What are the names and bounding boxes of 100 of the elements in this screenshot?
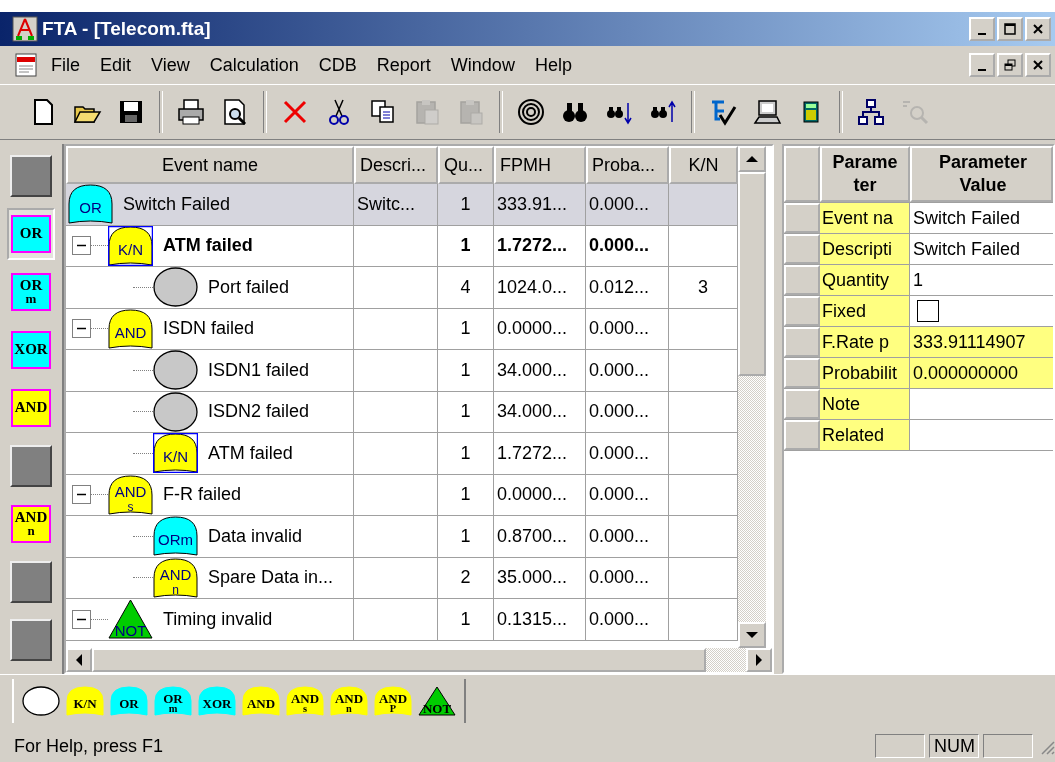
table-cell: 1: [460, 318, 471, 340]
table-cell: 0.000...: [589, 567, 650, 589]
gate-symbol[interactable]: XOR: [198, 686, 236, 716]
table-cell: 333.91...: [497, 193, 568, 215]
gate-symbol: K/N: [108, 225, 153, 266]
parameter-name: Quantity: [820, 265, 910, 295]
menu-item[interactable]: Report: [367, 52, 440, 78]
status-panel: [875, 734, 925, 758]
event-name: Data invalid: [208, 525, 303, 547]
table-cell: 1: [460, 442, 471, 464]
parameter-value[interactable]: 1: [910, 265, 1053, 295]
column-header[interactable]: Event name: [66, 146, 354, 184]
collapse-toggle[interactable]: [72, 319, 91, 339]
close-button[interactable]: [1025, 53, 1051, 77]
table-cell: 1: [460, 401, 471, 423]
table-cell: 0.0000...: [497, 318, 568, 340]
menu-item[interactable]: Edit: [91, 52, 141, 78]
table-cell: 1: [460, 525, 471, 547]
document-icon[interactable]: [14, 52, 40, 78]
scroll-right-button[interactable]: [746, 648, 772, 672]
event-name: Switch Failed: [123, 193, 231, 215]
parameter-name: Descripti: [820, 234, 910, 264]
collapse-toggle[interactable]: [72, 485, 91, 505]
event-name: F-R failed: [163, 484, 242, 506]
gate-symbol[interactable]: OR m: [154, 686, 192, 716]
column-header[interactable]: FPMH: [494, 146, 586, 184]
table-cell: 0.000...: [589, 442, 650, 464]
collapse-toggle[interactable]: [72, 236, 91, 256]
gate-symbol[interactable]: NOT: [418, 686, 456, 716]
table-cell: 34.000...: [497, 401, 568, 423]
table-cell: 1: [460, 193, 471, 215]
status-indicator: NUM: [929, 734, 979, 758]
menu-item[interactable]: View: [142, 52, 199, 78]
menu-item[interactable]: File: [42, 52, 89, 78]
gate-symbol[interactable]: OR: [110, 686, 148, 716]
gate-symbol[interactable]: AND s: [286, 686, 324, 716]
column-header[interactable]: Proba...: [586, 146, 669, 184]
maximize-icon: [1004, 23, 1016, 35]
parameter-value[interactable]: 333.91114907: [910, 327, 1053, 357]
table-cell: 1024.0...: [497, 276, 568, 298]
scroll-down-button[interactable]: [738, 622, 766, 648]
scroll-left-button[interactable]: [66, 648, 92, 672]
parameter-value[interactable]: 0.000000000: [910, 358, 1053, 388]
parameter-name: Related: [820, 420, 910, 450]
maximize-button[interactable]: [997, 17, 1023, 41]
gate-symbol: AND n: [153, 557, 198, 598]
status-text: For Help, press F1: [14, 735, 165, 757]
minimize-button[interactable]: [969, 17, 995, 41]
table-cell: Switc...: [357, 193, 415, 215]
gate-symbol: NOT: [108, 599, 153, 640]
event-name: Timing invalid: [163, 608, 273, 630]
scroll-up-button[interactable]: [738, 146, 766, 172]
triangle-down-icon: [745, 630, 759, 640]
table-cell: 1: [460, 484, 471, 506]
menu-item[interactable]: Window: [441, 52, 524, 78]
minimize-icon: [978, 33, 986, 35]
column-header: Parameter Value: [910, 146, 1053, 202]
column-header[interactable]: Qu...: [438, 146, 494, 184]
menu-item[interactable]: CDB: [309, 52, 366, 78]
table-cell: 0.000...: [589, 608, 650, 630]
gate-symbol: AND: [108, 308, 153, 349]
gate-tool-button[interactable]: OR: [7, 208, 55, 260]
parameter-name: Fixed: [820, 296, 910, 326]
table-cell: 0.000...: [589, 401, 650, 423]
triangle-up-icon: [745, 154, 759, 164]
minimize-button[interactable]: [969, 53, 995, 77]
column-header: Parameter: [820, 146, 910, 202]
collapse-toggle[interactable]: [72, 609, 91, 629]
close-icon: [1032, 59, 1044, 71]
checkbox[interactable]: [917, 300, 939, 322]
event-name: ISDN1 failed: [208, 359, 310, 381]
gate-symbol[interactable]: AND: [242, 686, 280, 716]
menu-item[interactable]: Help: [525, 52, 581, 78]
gate-symbol[interactable]: AND n: [330, 686, 368, 716]
column-header[interactable]: Descri...: [354, 146, 438, 184]
table-cell: 0.000...: [589, 235, 650, 257]
table-cell: 2: [460, 567, 471, 589]
gate-symbol[interactable]: AND P: [374, 686, 412, 716]
table-cell: 1: [460, 608, 471, 630]
table-cell: 0.000...: [589, 525, 650, 547]
parameter-value[interactable]: Switch Failed: [910, 234, 1053, 264]
close-button[interactable]: [1025, 17, 1051, 41]
selected-row[interactable]: OR Switch Failed Switc... 1 333.91... 0.000...: [66, 184, 738, 226]
table-cell: 0.000...: [589, 484, 650, 506]
menu-item[interactable]: Calculation: [200, 52, 308, 78]
parameter-name: Note: [820, 389, 910, 419]
parameter-value[interactable]: Switch Failed: [910, 203, 1053, 233]
parameter-name: Probabilit: [820, 358, 910, 388]
parameter-name: Event na: [820, 203, 910, 233]
column-header[interactable]: K/N: [669, 146, 738, 184]
gate-symbol[interactable]: K/N: [66, 686, 104, 716]
restore-button[interactable]: [997, 53, 1023, 77]
table-cell: 0.1315...: [497, 608, 568, 630]
scroll-thumb[interactable]: [738, 172, 766, 376]
gate-symbol: ORm: [153, 516, 198, 557]
triangle-right-icon: [754, 653, 764, 667]
window-title: FTA - [Telecom.fta]: [42, 18, 212, 40]
circle-icon[interactable]: [22, 686, 60, 716]
vertical-scrollbar[interactable]: [738, 146, 766, 648]
app-icon: [12, 16, 38, 42]
